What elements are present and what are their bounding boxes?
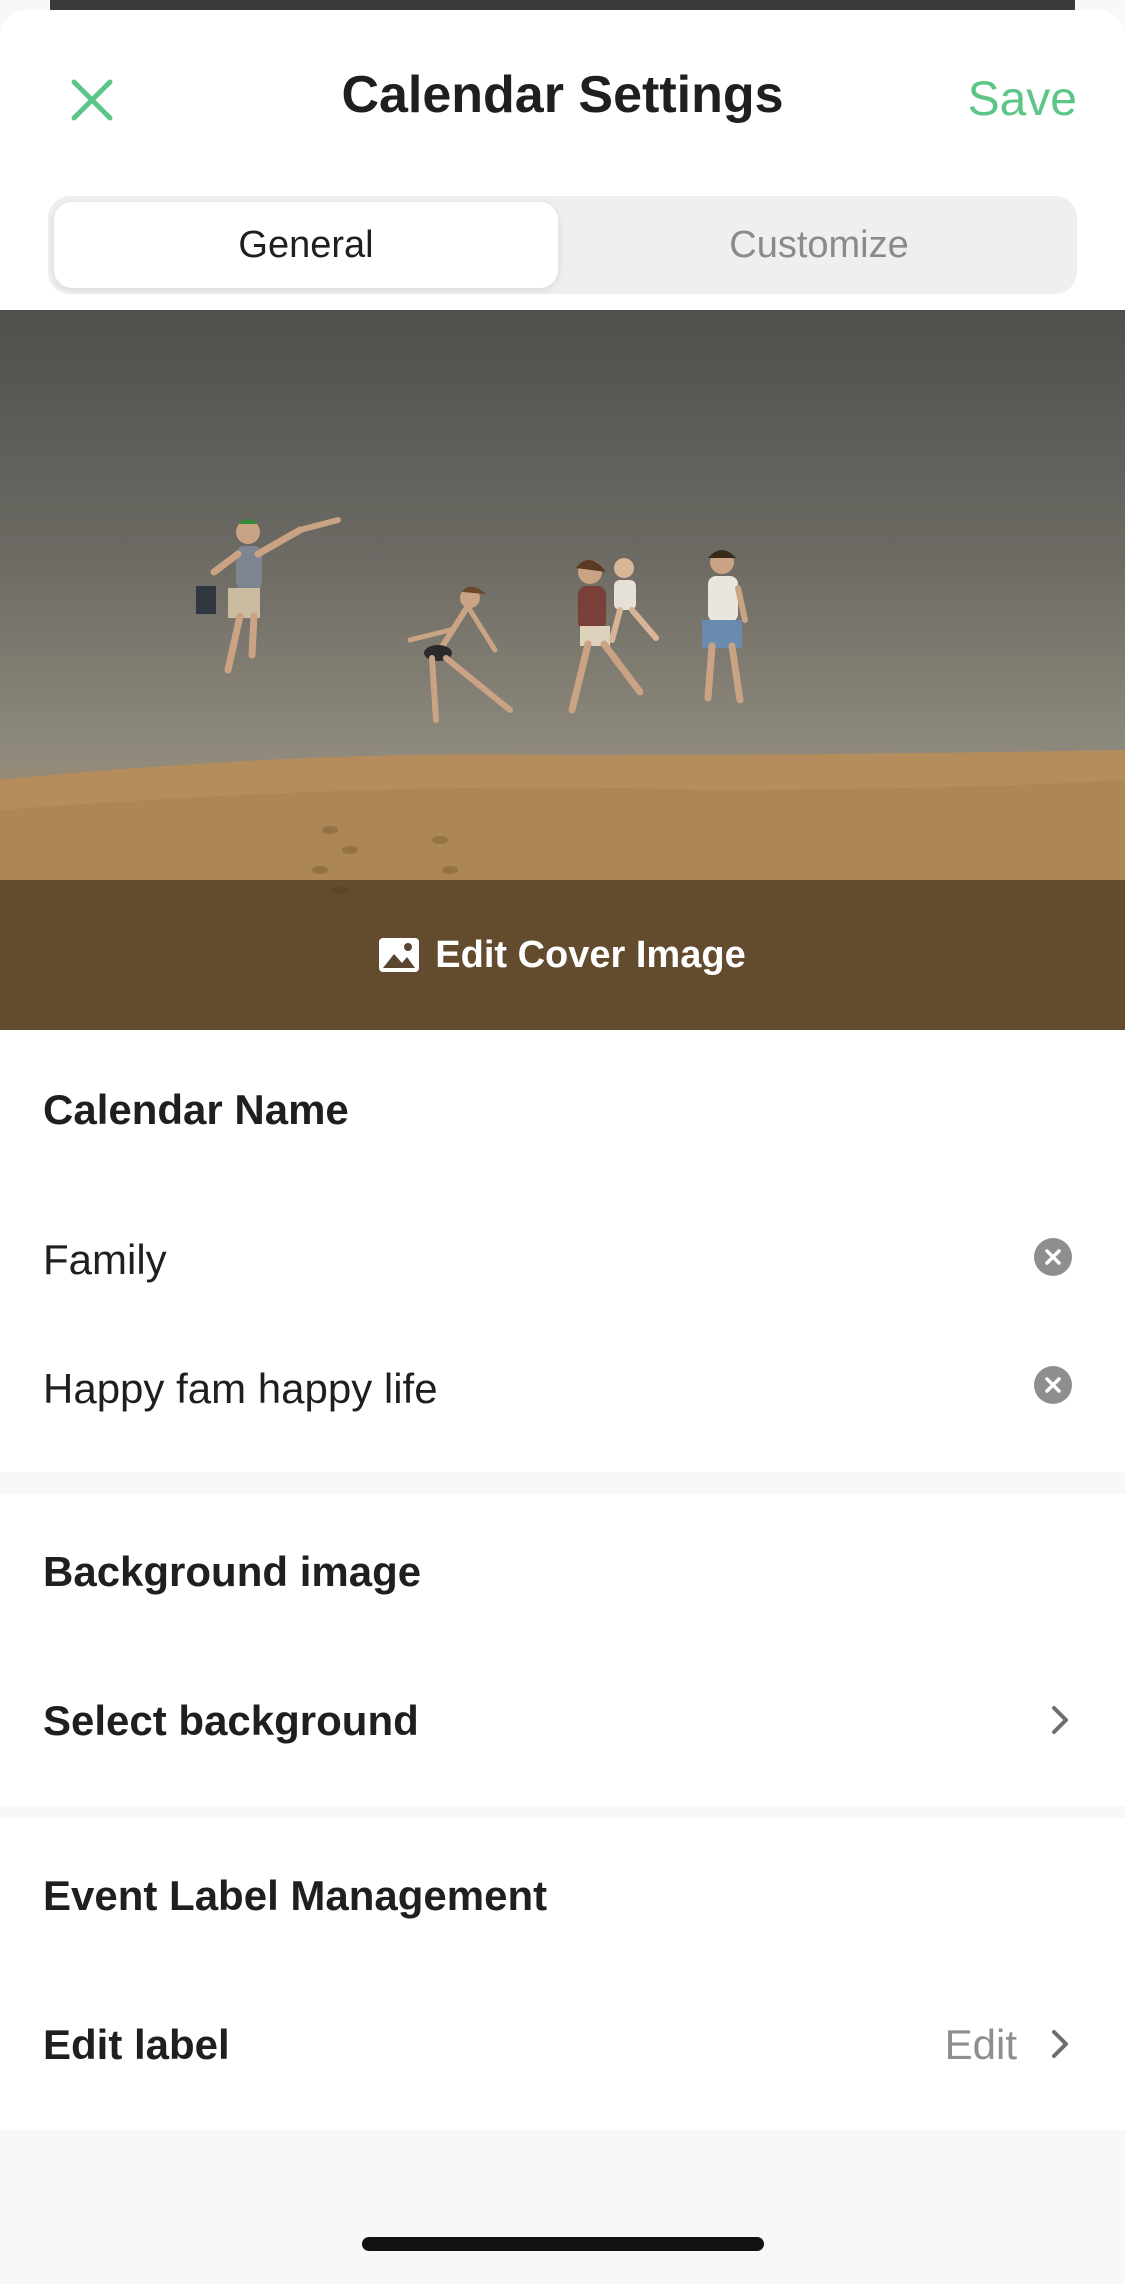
clear-icon bbox=[1045, 1377, 1061, 1393]
edit-cover-image-button[interactable]: Edit Cover Image bbox=[0, 880, 1125, 1030]
home-indicator bbox=[362, 2237, 764, 2251]
edit-label-action[interactable]: Edit bbox=[945, 2021, 1017, 2069]
clear-name-button[interactable] bbox=[1034, 1238, 1072, 1276]
tab-customize[interactable]: Customize bbox=[567, 202, 1071, 288]
calendar-name-input[interactable]: Family bbox=[43, 1236, 167, 1284]
save-button[interactable]: Save bbox=[968, 72, 1077, 127]
image-icon bbox=[379, 938, 420, 972]
event-label-title: Event Label Management bbox=[43, 1872, 548, 1919]
calendar-name-title: Calendar Name bbox=[43, 1086, 349, 1133]
clear-icon bbox=[1045, 1249, 1061, 1265]
tab-switcher: General Customize bbox=[48, 196, 1077, 294]
edit-label-text[interactable]: Edit label bbox=[43, 2021, 230, 2069]
calendar-description-input[interactable]: Happy fam happy life bbox=[43, 1365, 438, 1413]
calendar-settings-sheet: Calendar Settings Save General Customize bbox=[0, 10, 1125, 2284]
chevron-right-icon[interactable] bbox=[1045, 1700, 1075, 1740]
select-background-label[interactable]: Select background bbox=[43, 1697, 419, 1745]
background-image-section: Background image Select background bbox=[0, 1494, 1125, 1806]
tab-general[interactable]: General bbox=[54, 202, 558, 288]
clear-description-button[interactable] bbox=[1034, 1366, 1072, 1404]
page-title: Calendar Settings bbox=[341, 66, 784, 124]
background-image-title: Background image bbox=[43, 1548, 422, 1595]
chevron-right-icon[interactable] bbox=[1045, 2024, 1075, 2064]
edit-cover-image-label: Edit Cover Image bbox=[435, 933, 746, 976]
cover-image: Edit Cover Image bbox=[0, 310, 1125, 1030]
event-label-section: Event Label Management Edit label Edit bbox=[0, 1818, 1125, 2130]
calendar-name-section: Calendar Name Family Happy fam happy lif… bbox=[0, 1030, 1125, 1472]
header: Calendar Settings Save General Customize bbox=[0, 10, 1125, 310]
